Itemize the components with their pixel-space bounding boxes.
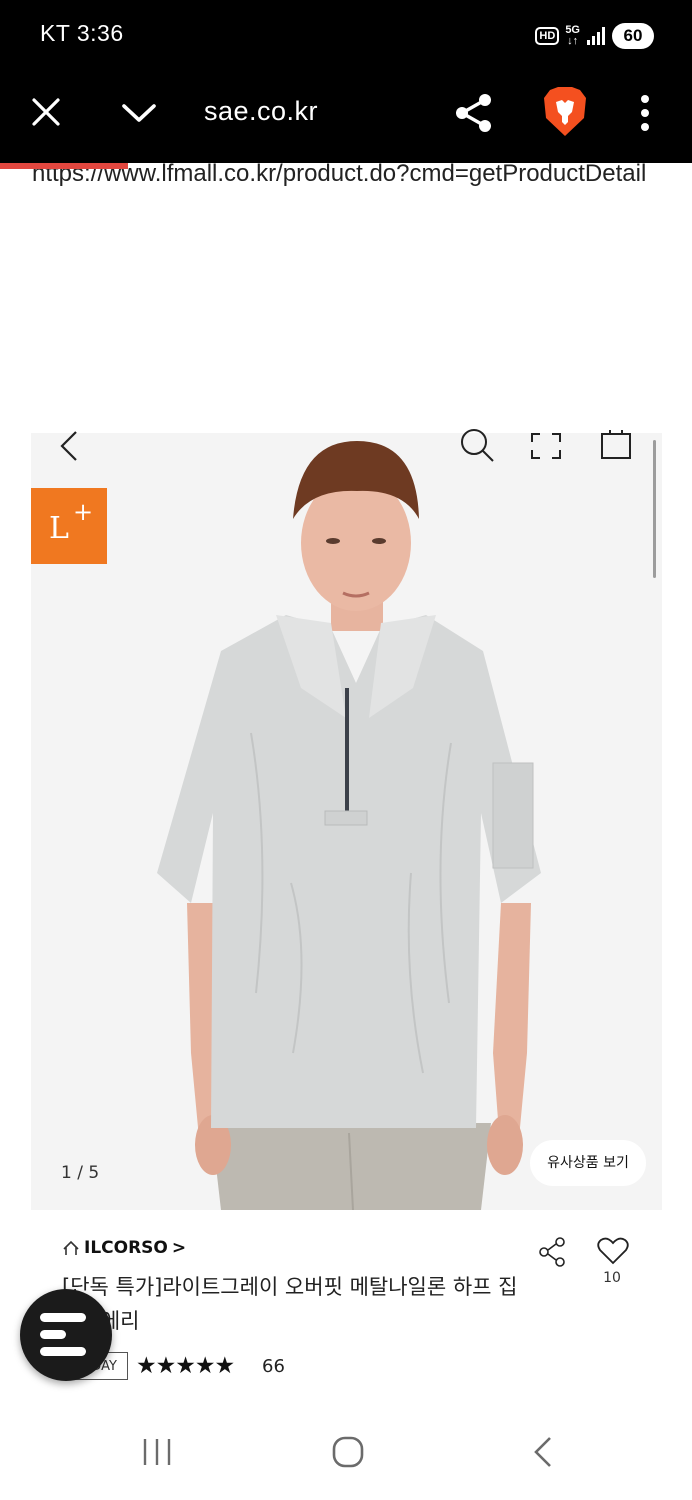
back-chevron-icon[interactable] — [56, 428, 82, 464]
share-product-icon[interactable] — [538, 1236, 568, 1268]
more-vert-icon[interactable] — [638, 94, 652, 132]
network-label: 5G — [565, 24, 580, 36]
hd-voice-icon: HD — [535, 27, 560, 45]
product-photo — [157, 441, 541, 1210]
brand-chevron: > — [171, 1238, 187, 1258]
brand-name: ILCORSO — [84, 1238, 168, 1258]
battery-indicator: 60 — [612, 23, 654, 49]
product-title: [단독 특가]라이트그레이 오버핏 메탈나일론 하프 집업 T에리 — [62, 1275, 518, 1333]
url-bar[interactable]: sae.co.kr — [204, 96, 318, 127]
page-load-progress — [0, 163, 128, 169]
recent-apps-icon[interactable] — [140, 1436, 174, 1468]
gallery-scrollbar[interactable] — [653, 440, 656, 578]
network-5g-icon: 5G ↓↑ — [565, 24, 580, 47]
home-icon — [63, 1240, 79, 1255]
floating-menu-button[interactable] — [20, 1289, 112, 1381]
brave-lion-icon[interactable] — [542, 86, 588, 138]
like-count: 10 — [603, 1270, 621, 1286]
brand-link[interactable]: ILCORSO > — [62, 1238, 186, 1258]
signal-icon — [587, 27, 605, 45]
product-image[interactable] — [31, 433, 662, 1210]
close-icon[interactable] — [30, 96, 62, 128]
status-carrier-time: KT 3:36 — [40, 20, 124, 46]
status-icons: HD 5G ↓↑ 60 — [535, 20, 654, 52]
chevron-down-icon[interactable] — [120, 100, 158, 126]
similar-products-button[interactable]: 유사상품 보기 — [530, 1140, 646, 1186]
share-icon[interactable] — [454, 92, 494, 134]
lplus-logo-badge: L + — [31, 488, 107, 564]
back-nav-icon[interactable] — [530, 1434, 558, 1470]
image-counter: 1 / 5 — [61, 1163, 100, 1183]
page-url-text: https://www.lfmall.co.kr/product.do?cmd=… — [32, 160, 647, 187]
review-count[interactable]: 66 — [262, 1354, 285, 1380]
menu-lines-icon — [40, 1313, 86, 1356]
shopping-bag-icon[interactable] — [598, 428, 634, 462]
home-nav-icon[interactable] — [330, 1434, 366, 1470]
rating-stars: ★★★★★ — [136, 1353, 235, 1379]
fullscreen-icon[interactable] — [528, 430, 564, 462]
heart-icon[interactable] — [596, 1236, 630, 1266]
search-icon[interactable] — [458, 428, 496, 464]
